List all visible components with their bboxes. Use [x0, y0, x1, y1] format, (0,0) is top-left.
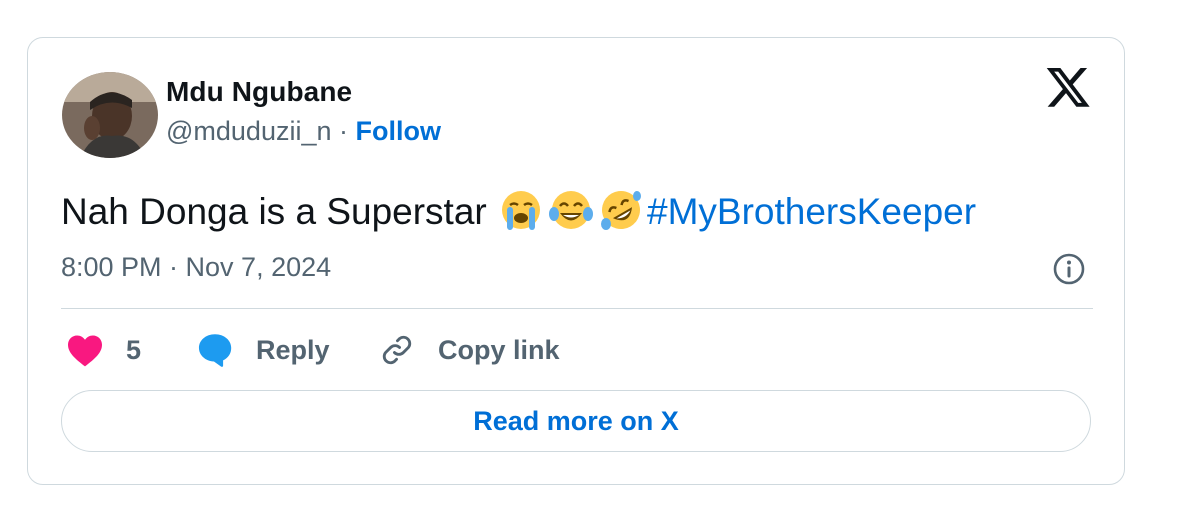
tweet-embed-card: Mdu Ngubane @mduduzii_n · Follow Nah Don… [27, 37, 1125, 485]
copy-link-button[interactable]: Copy link [378, 330, 560, 370]
author-handle[interactable]: @mduduzii_n [166, 116, 332, 146]
follow-button[interactable]: Follow [356, 116, 441, 146]
reply-button[interactable]: Reply [196, 330, 330, 370]
reply-label: Reply [256, 334, 330, 365]
divider [61, 308, 1093, 309]
like-button[interactable]: 5 [66, 330, 141, 370]
read-more-button[interactable]: Read more on X [61, 390, 1091, 452]
link-icon [382, 335, 412, 365]
loudly-crying-face-icon [497, 188, 545, 232]
read-more-label: Read more on X [473, 405, 679, 436]
handle-separator: · [331, 116, 356, 146]
rolling-on-the-floor-laughing-icon [597, 188, 645, 232]
author-handle-row: @mduduzii_n · Follow [166, 116, 441, 147]
avatar[interactable] [62, 72, 158, 158]
tweet-text: Nah Donga is a Superstar #MyBrothersKeep… [61, 188, 976, 234]
avatar-photo [62, 72, 158, 158]
author-name[interactable]: Mdu Ngubane [166, 76, 352, 108]
info-icon[interactable] [1052, 252, 1086, 286]
heart-icon [68, 335, 102, 367]
x-logo-icon[interactable] [1046, 68, 1090, 108]
copy-link-label: Copy link [438, 334, 560, 365]
like-count: 5 [126, 334, 142, 365]
tweet-body: Nah Donga is a Superstar [61, 191, 498, 232]
face-with-tears-of-joy-icon [547, 188, 595, 232]
hashtag-link[interactable]: #MyBrothersKeeper [647, 191, 976, 232]
tweet-timestamp[interactable]: 8:00 PM · Nov 7, 2024 [61, 252, 331, 283]
speech-bubble-icon [198, 334, 232, 367]
